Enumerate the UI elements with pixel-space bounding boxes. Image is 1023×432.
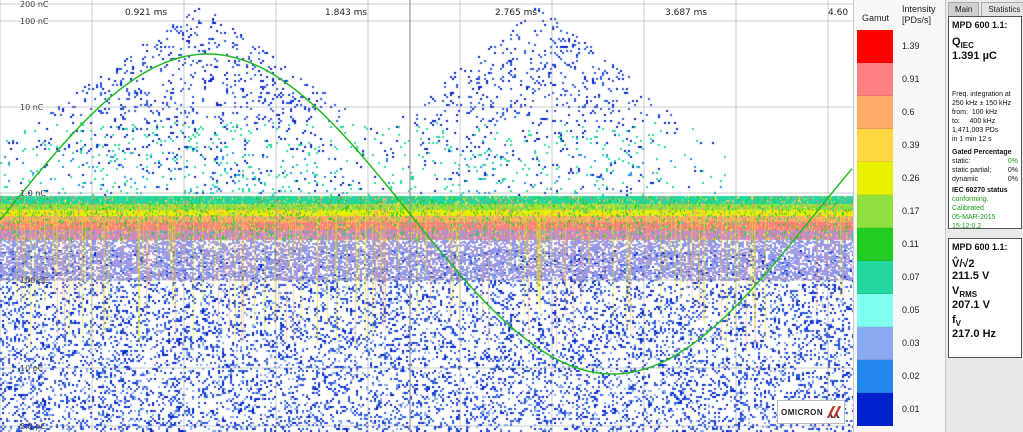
prpd-plot[interactable]: 0.921 ms 1.843 ms 2.765 ms 3.687 ms 4.60… <box>0 0 853 432</box>
gamut-level-label: 0.26 <box>902 173 920 183</box>
gamut-title: Gamut <box>862 13 890 23</box>
gamut-level-label: 0.6 <box>902 107 915 117</box>
gamut-swatch <box>857 129 893 162</box>
gamut-swatch <box>857 228 893 261</box>
gamut-level-label: 0.17 <box>902 206 920 216</box>
gamut-swatch <box>857 195 893 228</box>
omicron-logo-icon <box>825 404 844 420</box>
y-label-100nc: 100 nC <box>20 17 49 26</box>
freq-value: 217.0 Hz <box>952 328 997 341</box>
qiec-value: 1.391 µC <box>952 50 997 63</box>
prpd-window: 0.921 ms 1.843 ms 2.765 ms 3.687 ms 4.60… <box>0 0 1023 432</box>
logo-text: OMICRON <box>781 407 824 417</box>
qiec-symbol: QIEC <box>952 36 974 51</box>
gated-static-partial: static partial: 0% <box>952 167 1018 175</box>
gamut-swatch <box>857 393 893 426</box>
freq-symbol: fV <box>952 314 962 329</box>
intensity-label: Intensity <box>902 4 936 14</box>
iec-status: conforming. Calibrated <box>952 196 989 213</box>
charge-panel: MPD 600 1.1: QIEC 1.391 µC Freq. integra… <box>948 16 1022 231</box>
iec-date: 05-MAR-2015 <box>952 214 996 222</box>
gamut-level-label: 0.39 <box>902 140 920 150</box>
gamut-legend: Gamut Intensity [PDs/s] 1.39 0.91 0.6 0.39 0… <box>853 0 945 432</box>
time-label-5: 4.60 <box>828 8 849 18</box>
gamut-swatch <box>857 294 893 327</box>
vpeak-symbol: V̂/√2 <box>952 258 975 270</box>
time-label-3: 2.765 ms <box>495 8 538 18</box>
gamut-level-label: 1.39 <box>902 41 920 51</box>
gated-static: static: 0% <box>952 158 1018 166</box>
gamut-swatch <box>857 63 893 96</box>
intensity-title: Intensity [PDs/s] <box>902 4 942 26</box>
time-label-2: 1.843 ms <box>325 8 368 18</box>
gamut-level-label: 0.02 <box>902 371 920 381</box>
panel-tabs: Main Statistics <box>948 2 1023 17</box>
gamut-swatch <box>857 30 893 63</box>
y-label-10pc: 10 pC <box>20 364 44 373</box>
y-label-1nc: 1.0 nC <box>20 189 46 198</box>
vrms-value: 207.1 V <box>952 299 990 312</box>
vrms-symbol: VRMS <box>952 285 978 300</box>
voltage-panel: MPD 600 1.1: V̂/√2 211.5 V VRMS 207.1 V … <box>948 238 1022 358</box>
gamut-level-label: 0.01 <box>902 404 920 414</box>
vpeak-value: 211.5 V <box>952 270 990 282</box>
gamut-level-label: 0.11 <box>902 239 919 249</box>
y-label-200nc: 200 nC <box>20 0 49 9</box>
gamut-swatch <box>857 360 893 393</box>
iec-title: IEC 60270 status <box>952 187 1008 195</box>
freq-from: from: 100 kHz <box>952 109 998 117</box>
tab-main[interactable]: Main <box>948 2 980 17</box>
freq-line-2: 250 kHz ± 150 kHz <box>952 100 1012 108</box>
intensity-unit: [PDs/s] <box>902 15 932 25</box>
y-label-2pc: 2.0 pC <box>20 422 46 431</box>
pd-count: 1,471,003 PDs <box>952 127 999 135</box>
omicron-logo: OMICRON <box>777 400 845 424</box>
prpd-density-map <box>0 0 853 432</box>
freq-line-1: Freq. integration at <box>952 91 1011 99</box>
gamut-swatch <box>857 327 893 360</box>
time-label-1: 0.921 ms <box>125 8 168 18</box>
gated-title: Gated Percentage <box>952 149 1012 157</box>
freq-to: to: 400 kHz <box>952 118 996 126</box>
gamut-swatch <box>857 162 893 195</box>
time-label-4: 3.687 ms <box>665 8 708 18</box>
gamut-level-label: 0.07 <box>902 272 920 282</box>
prpd-scatter <box>0 0 853 432</box>
gated-dynamic: dynamic 0% <box>952 176 1018 184</box>
gamut-level-label: 0.03 <box>902 338 920 348</box>
gamut-swatch <box>857 96 893 129</box>
y-label-10nc: 10 nC <box>20 103 44 112</box>
gamut-level-label: 0.05 <box>902 305 920 315</box>
y-label-100pc: 100 pC <box>20 276 49 285</box>
charge-panel-title: MPD 600 1.1: <box>952 20 1008 30</box>
pd-duration: in 1 min 12 s <box>952 136 992 144</box>
gamut-swatch <box>857 261 893 294</box>
iec-time: 15:12:0.2 <box>952 223 982 231</box>
voltage-panel-title: MPD 600 1.1: <box>952 242 1008 252</box>
tab-statistics[interactable]: Statistics <box>981 2 1023 17</box>
measurement-panels: Main Statistics MPD 600 1.1: QIEC 1.391 … <box>945 0 1023 432</box>
gamut-level-label: 0.91 <box>902 74 920 84</box>
